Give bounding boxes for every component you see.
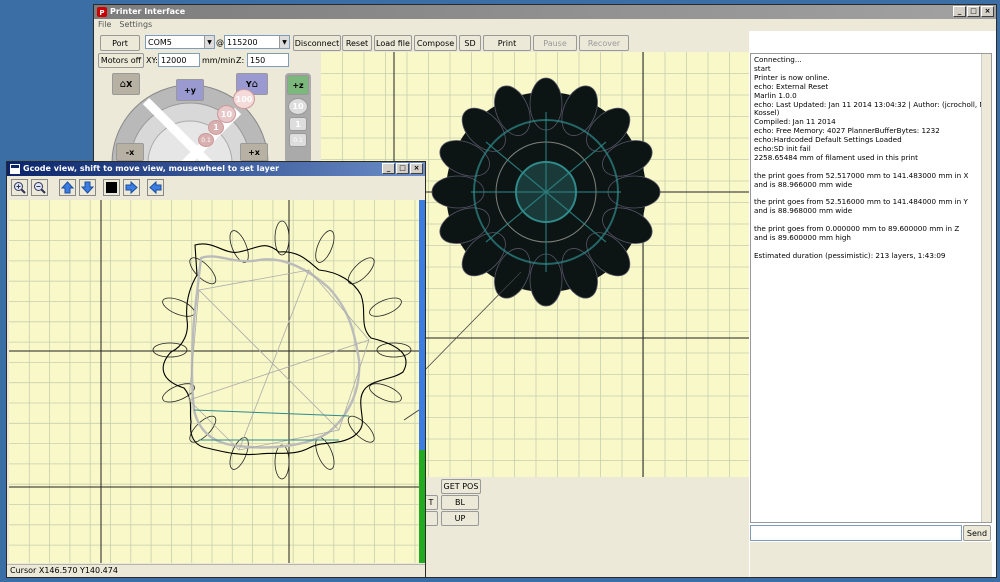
load-file-button[interactable]: Load file	[374, 35, 412, 51]
jog-plus-x-button[interactable]: +x	[240, 143, 268, 161]
next-layer-icon	[125, 181, 138, 194]
chevron-down-icon[interactable]: ▼	[204, 36, 214, 48]
pause-button[interactable]: Pause	[533, 35, 577, 51]
baud-value: 115200	[227, 37, 258, 47]
home-x-button[interactable]: ⌂ X	[112, 73, 140, 95]
maximize-icon[interactable]: □	[967, 6, 980, 17]
layer-down-icon	[81, 181, 94, 194]
command-input[interactable]	[750, 525, 962, 541]
xy-feedrate-label: XY:	[146, 56, 158, 65]
menu-bar: File Settings	[94, 19, 996, 31]
minimize-icon[interactable]: _	[382, 163, 395, 174]
console-scrollbar[interactable]	[981, 54, 991, 522]
motors-off-button[interactable]: Motors off	[98, 53, 144, 68]
compose-button[interactable]: Compose	[414, 35, 457, 51]
chevron-down-icon[interactable]: ▼	[279, 36, 289, 48]
reset-view-button[interactable]	[103, 179, 120, 196]
layer-down-button[interactable]	[79, 179, 96, 196]
main-title-bar[interactable]: P Printer Interface _ □ ×	[94, 5, 996, 19]
layer-scroll-thumb[interactable]	[419, 450, 425, 563]
console-line: and is 88.968000 mm wide	[754, 206, 853, 216]
gcode-title-bar[interactable]: Gcode view, shift to move view, mousewhe…	[7, 162, 425, 176]
layer-up-icon	[61, 181, 74, 194]
maximize-icon[interactable]: □	[396, 163, 409, 174]
main-window-title: Printer Interface	[110, 7, 186, 16]
plus-x-label: +x	[248, 147, 260, 157]
port-value: COM5	[148, 37, 172, 47]
gcode-window-title: Gcode view, shift to move view, mousewhe…	[23, 164, 280, 173]
at-label: @	[216, 38, 224, 47]
zoom-out-button[interactable]	[31, 179, 48, 196]
baud-select[interactable]: 115200 ▼	[224, 35, 290, 49]
gcode-window-icon	[10, 164, 20, 174]
plus-y-label: +y	[184, 85, 196, 95]
console-log[interactable]: Connecting... start Printer is now online.…	[750, 53, 992, 523]
z-feedrate-label: Z:	[236, 56, 245, 65]
console-line: and is 88.966000 mm wide	[754, 179, 853, 189]
reset-button[interactable]: Reset	[342, 35, 372, 51]
port-select[interactable]: COM5 ▼	[145, 35, 215, 49]
console-footer	[750, 542, 992, 577]
recover-button[interactable]: Recover	[579, 35, 629, 51]
console-line: 2258.65484 mm of filament used in this p…	[754, 152, 918, 162]
bl-button[interactable]: BL	[441, 495, 479, 510]
reset-view-icon	[106, 182, 117, 193]
get-pos-button[interactable]: GET POS	[441, 479, 481, 494]
prev-layer-button[interactable]	[147, 179, 164, 196]
xy-feedrate-field[interactable]: 12000	[158, 53, 200, 67]
sd-button[interactable]: SD	[459, 35, 481, 51]
up-button[interactable]: UP	[441, 511, 479, 526]
z-step-10[interactable]: 10	[288, 98, 308, 115]
console-line: echo: Last Updated: Jan 11 2014 13:04:32…	[754, 99, 992, 109]
prev-layer-icon	[149, 181, 162, 194]
close-icon[interactable]: ×	[410, 163, 423, 174]
port-button[interactable]: Port	[100, 35, 140, 51]
menu-file[interactable]: File	[98, 19, 111, 31]
jog-minus-x-button[interactable]: -x	[116, 143, 144, 161]
jog-step-100[interactable]: 100	[233, 89, 255, 109]
svg-text:P: P	[99, 9, 104, 17]
home-icon: ⌂	[251, 78, 259, 90]
z-step-1[interactable]: 1	[289, 117, 307, 131]
z-feedrate-field[interactable]: 150	[247, 53, 289, 67]
jog-plus-y-button[interactable]: +y	[176, 79, 204, 101]
disconnect-button[interactable]: Disconnect	[293, 35, 341, 51]
send-button[interactable]: Send	[963, 525, 991, 541]
plus-z-label: +z	[292, 80, 304, 90]
menu-settings[interactable]: Settings	[119, 19, 152, 31]
macro-t-button[interactable]: T	[424, 495, 438, 510]
app-icon: P	[97, 7, 107, 17]
close-icon[interactable]: ×	[981, 6, 994, 17]
minus-x-label: -x	[125, 147, 135, 157]
console-line: Connecting...	[754, 55, 802, 64]
cursor-status-bar: Cursor X146.570 Y140.474	[7, 564, 425, 577]
print-button[interactable]: Print	[483, 35, 531, 51]
jog-step-1[interactable]: 1	[208, 120, 224, 135]
minimize-icon[interactable]: _	[953, 6, 966, 17]
gcode-view-window: Gcode view, shift to move view, mousewhe…	[6, 161, 426, 578]
jog-plus-z-button[interactable]: +z	[287, 75, 309, 95]
home-x-label: X	[126, 79, 133, 89]
macro-blank-button[interactable]	[424, 511, 438, 526]
mm-per-min-label: mm/min	[202, 56, 236, 65]
gcode-layer-plot[interactable]	[9, 200, 419, 563]
console-line: Estimated duration (pessimistic): 213 la…	[754, 250, 946, 260]
zoom-in-icon	[14, 182, 26, 194]
jog-step-0-1[interactable]: 0.1	[198, 133, 214, 147]
z-step-0-1[interactable]: 0.1	[289, 133, 307, 147]
zoom-out-icon	[34, 182, 46, 194]
layer-up-button[interactable]	[59, 179, 76, 196]
next-layer-button[interactable]	[123, 179, 140, 196]
console-line: and is 89.600000 mm high	[754, 233, 851, 243]
zoom-in-button[interactable]	[11, 179, 28, 196]
